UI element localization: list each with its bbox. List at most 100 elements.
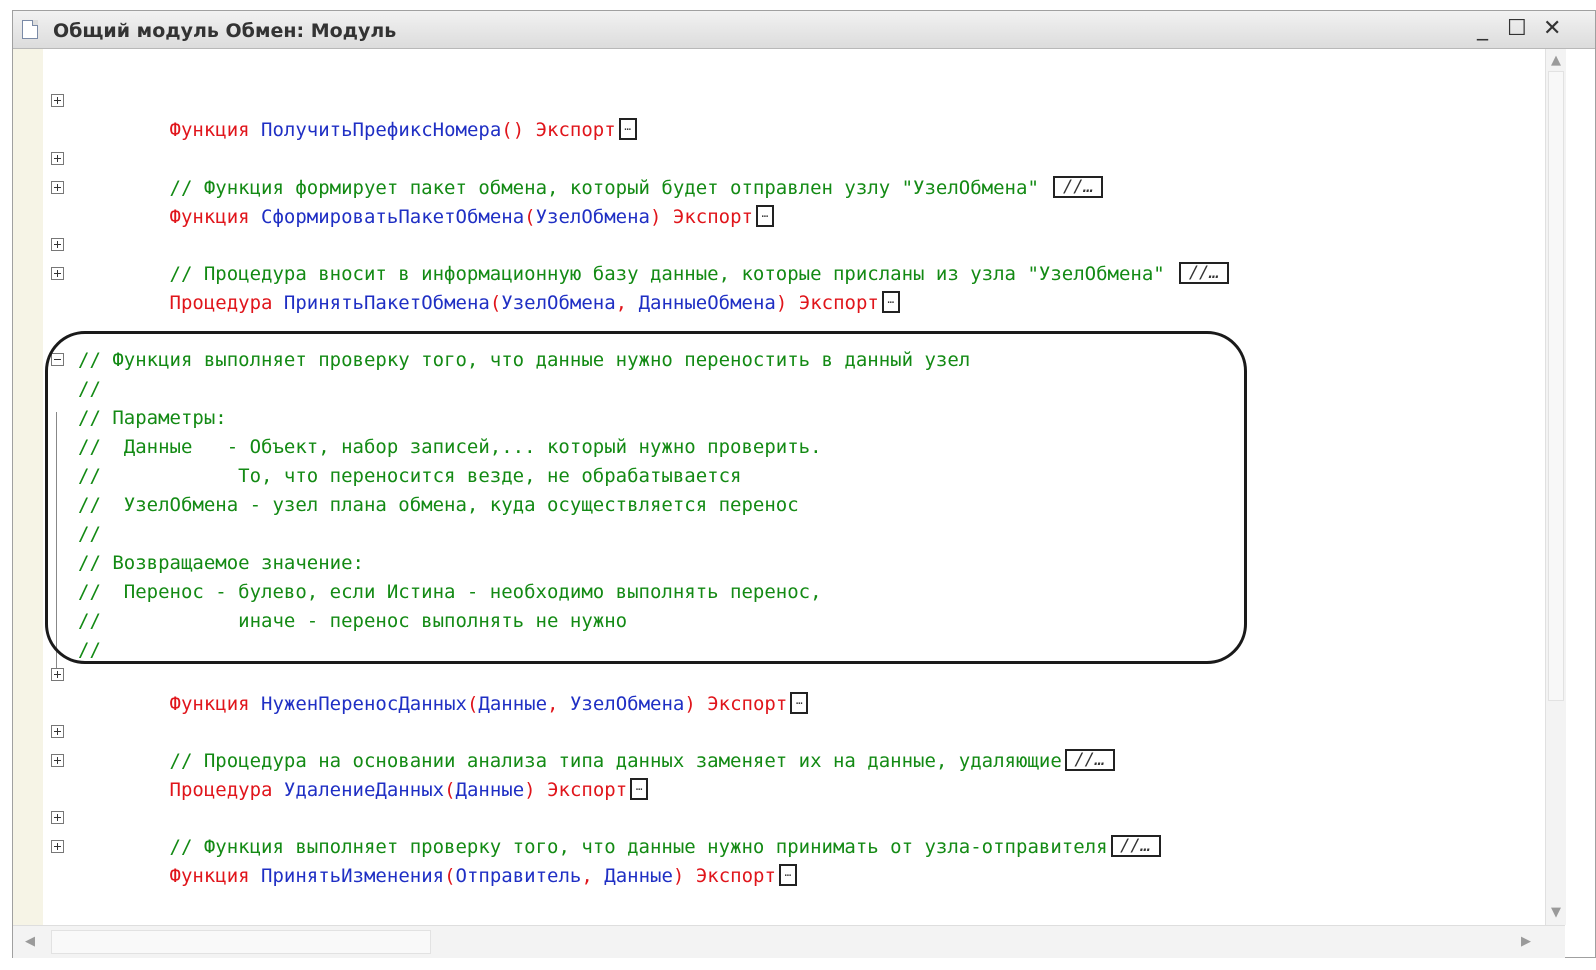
comment-text: // То, что переносится везде, не обрабат… [78, 465, 742, 487]
collapsed-comment-marker[interactable]: //… [1179, 261, 1230, 284]
keyword: Процедура [169, 779, 273, 801]
expand-toggle-icon[interactable] [51, 811, 64, 824]
document-icon [22, 20, 38, 39]
code-line: // Процедура на основании анализа типа д… [43, 718, 1115, 772]
parameters: () [501, 119, 525, 141]
collapsed-comment-marker[interactable]: //… [1053, 175, 1104, 198]
keyword: Функция [169, 865, 250, 887]
expand-toggle-icon[interactable] [51, 152, 64, 165]
collapsed-body-marker[interactable]: … [630, 777, 649, 800]
expand-toggle-icon[interactable] [51, 267, 64, 280]
comment-text: // Функция выполняет проверку того, что … [78, 349, 971, 371]
keyword: Функция [169, 206, 250, 228]
separator: , [615, 292, 639, 314]
expand-toggle-icon[interactable] [51, 668, 64, 681]
expand-toggle-icon[interactable] [51, 725, 64, 738]
code-line: // Функция выполняет проверку того, что … [43, 346, 970, 375]
collapsed-body-marker[interactable]: … [778, 863, 797, 886]
separator: , [547, 693, 570, 715]
expand-toggle-icon[interactable] [51, 94, 64, 107]
export-keyword: Экспорт [695, 865, 776, 887]
editor-gutter [13, 49, 43, 925]
vertical-scroll-thumb[interactable] [1548, 71, 1564, 701]
comment-text: // Перенос - булево, если Истина - необх… [78, 581, 822, 603]
export-keyword: Экспорт [535, 119, 616, 141]
expand-toggle-icon[interactable] [51, 840, 64, 853]
maximize-button[interactable]: ☐ [1507, 16, 1527, 42]
keyword: Процедура [169, 292, 273, 314]
paren: ) [684, 693, 696, 715]
code-line: Процедура ПринятьПакетОбмена(УзелОбмена,… [43, 260, 900, 314]
parameter: Данные [478, 693, 548, 715]
code-line: Функция НуженПереносДанных(Данные, УзелО… [43, 661, 809, 715]
code-line: // Функция выполняет проверку того, что … [43, 804, 1161, 858]
export-keyword: Экспорт [547, 779, 628, 801]
export-keyword: Экспорт [707, 693, 788, 715]
code-line: // Функция формирует пакет обмена, котор… [43, 145, 1104, 199]
comment-text: // УзелОбмена - узел плана обмена, куда … [78, 494, 799, 516]
procedure-name: УдалениеДанных [283, 779, 445, 801]
scroll-up-arrow-icon[interactable]: ▲ [1551, 53, 1561, 68]
code-editor[interactable]: Функция ПолучитьПрефиксНомера() Экспорт…… [43, 49, 1545, 925]
paren: ( [444, 865, 456, 887]
procedure-name: ПринятьПакетОбмена [283, 292, 490, 314]
function-name: НуженПереносДанных [261, 693, 467, 715]
paren: ) [524, 779, 536, 801]
window-title: Общий модуль Обмен: Модуль [53, 20, 397, 42]
function-name: СформироватьПакетОбмена [261, 206, 525, 228]
title-bar: Общий модуль Обмен: Модуль _ ☐ ✕ [13, 11, 1595, 49]
comment-text: // [78, 523, 101, 545]
paren: ( [444, 779, 456, 801]
collapsed-comment-marker[interactable]: //… [1110, 834, 1161, 857]
collapsed-comment-marker[interactable]: //… [1064, 748, 1115, 771]
scroll-left-arrow-icon[interactable]: ◀ [25, 934, 35, 949]
comment-text: // [78, 378, 101, 400]
vertical-scrollbar[interactable]: ▲ ▼ [1545, 49, 1566, 925]
comment-text: // Данные - Объект, набор записей,... ко… [78, 436, 822, 458]
parameter: ДанныеОбмена [638, 292, 776, 314]
code-line: Процедура УдалениеДанных(Данные) Экспорт… [43, 747, 649, 801]
paren: ( [524, 206, 536, 228]
collapsed-body-marker[interactable]: … [618, 117, 637, 140]
code-line: Функция СформироватьПакетОбмена(УзелОбме… [43, 174, 774, 228]
parameter: УзелОбмена [535, 206, 650, 228]
expand-toggle-icon[interactable] [51, 181, 64, 194]
code-line: Функция ПолучитьПрефиксНомера() Экспорт… [43, 87, 637, 141]
export-keyword: Экспорт [798, 292, 879, 314]
export-keyword: Экспорт [672, 206, 753, 228]
collapsed-body-marker[interactable]: … [790, 691, 809, 714]
collapsed-body-marker[interactable]: … [881, 290, 900, 313]
parameter: УзелОбмена [569, 693, 685, 715]
parameter: Данные [604, 865, 673, 887]
parameter: Данные [455, 779, 525, 801]
horizontal-scroll-thumb[interactable] [51, 930, 431, 954]
paren: ( [466, 693, 479, 715]
function-name: ПолучитьПрефиксНомера [261, 119, 502, 141]
horizontal-scrollbar[interactable]: ◀ ▶ [13, 925, 1565, 958]
parameter: Отправитель [455, 865, 582, 887]
expand-toggle-icon[interactable] [51, 754, 64, 767]
separator: , [581, 865, 605, 887]
collapse-toggle-icon[interactable] [51, 353, 64, 366]
comment-text: // иначе - перенос выполнять не нужно [78, 610, 628, 632]
code-line: Функция ПринятьИзменения(Отправитель, Да… [43, 833, 797, 887]
code-line: // Процедура вносит в информационную баз… [43, 231, 1230, 285]
keyword: Функция [169, 693, 250, 715]
scroll-down-arrow-icon[interactable]: ▼ [1551, 905, 1561, 920]
module-editor-window: Общий модуль Обмен: Модуль _ ☐ ✕ Функция… [12, 10, 1596, 958]
comment-text: // Возвращаемое значение: [78, 552, 364, 574]
fold-guide-line [56, 412, 57, 670]
minimize-button[interactable]: _ [1477, 16, 1488, 42]
collapsed-body-marker[interactable]: … [755, 204, 774, 227]
parameter: УзелОбмена [501, 292, 616, 314]
paren: ) [775, 292, 788, 314]
function-name: ПринятьИзменения [261, 865, 445, 887]
paren: ( [489, 292, 502, 314]
comment-text: // Параметры: [78, 407, 227, 429]
scroll-right-arrow-icon[interactable]: ▶ [1521, 934, 1531, 949]
keyword: Функция [169, 119, 250, 141]
close-button[interactable]: ✕ [1543, 16, 1561, 42]
paren: ) [672, 865, 685, 887]
expand-toggle-icon[interactable] [51, 238, 64, 251]
paren: ) [650, 206, 662, 228]
